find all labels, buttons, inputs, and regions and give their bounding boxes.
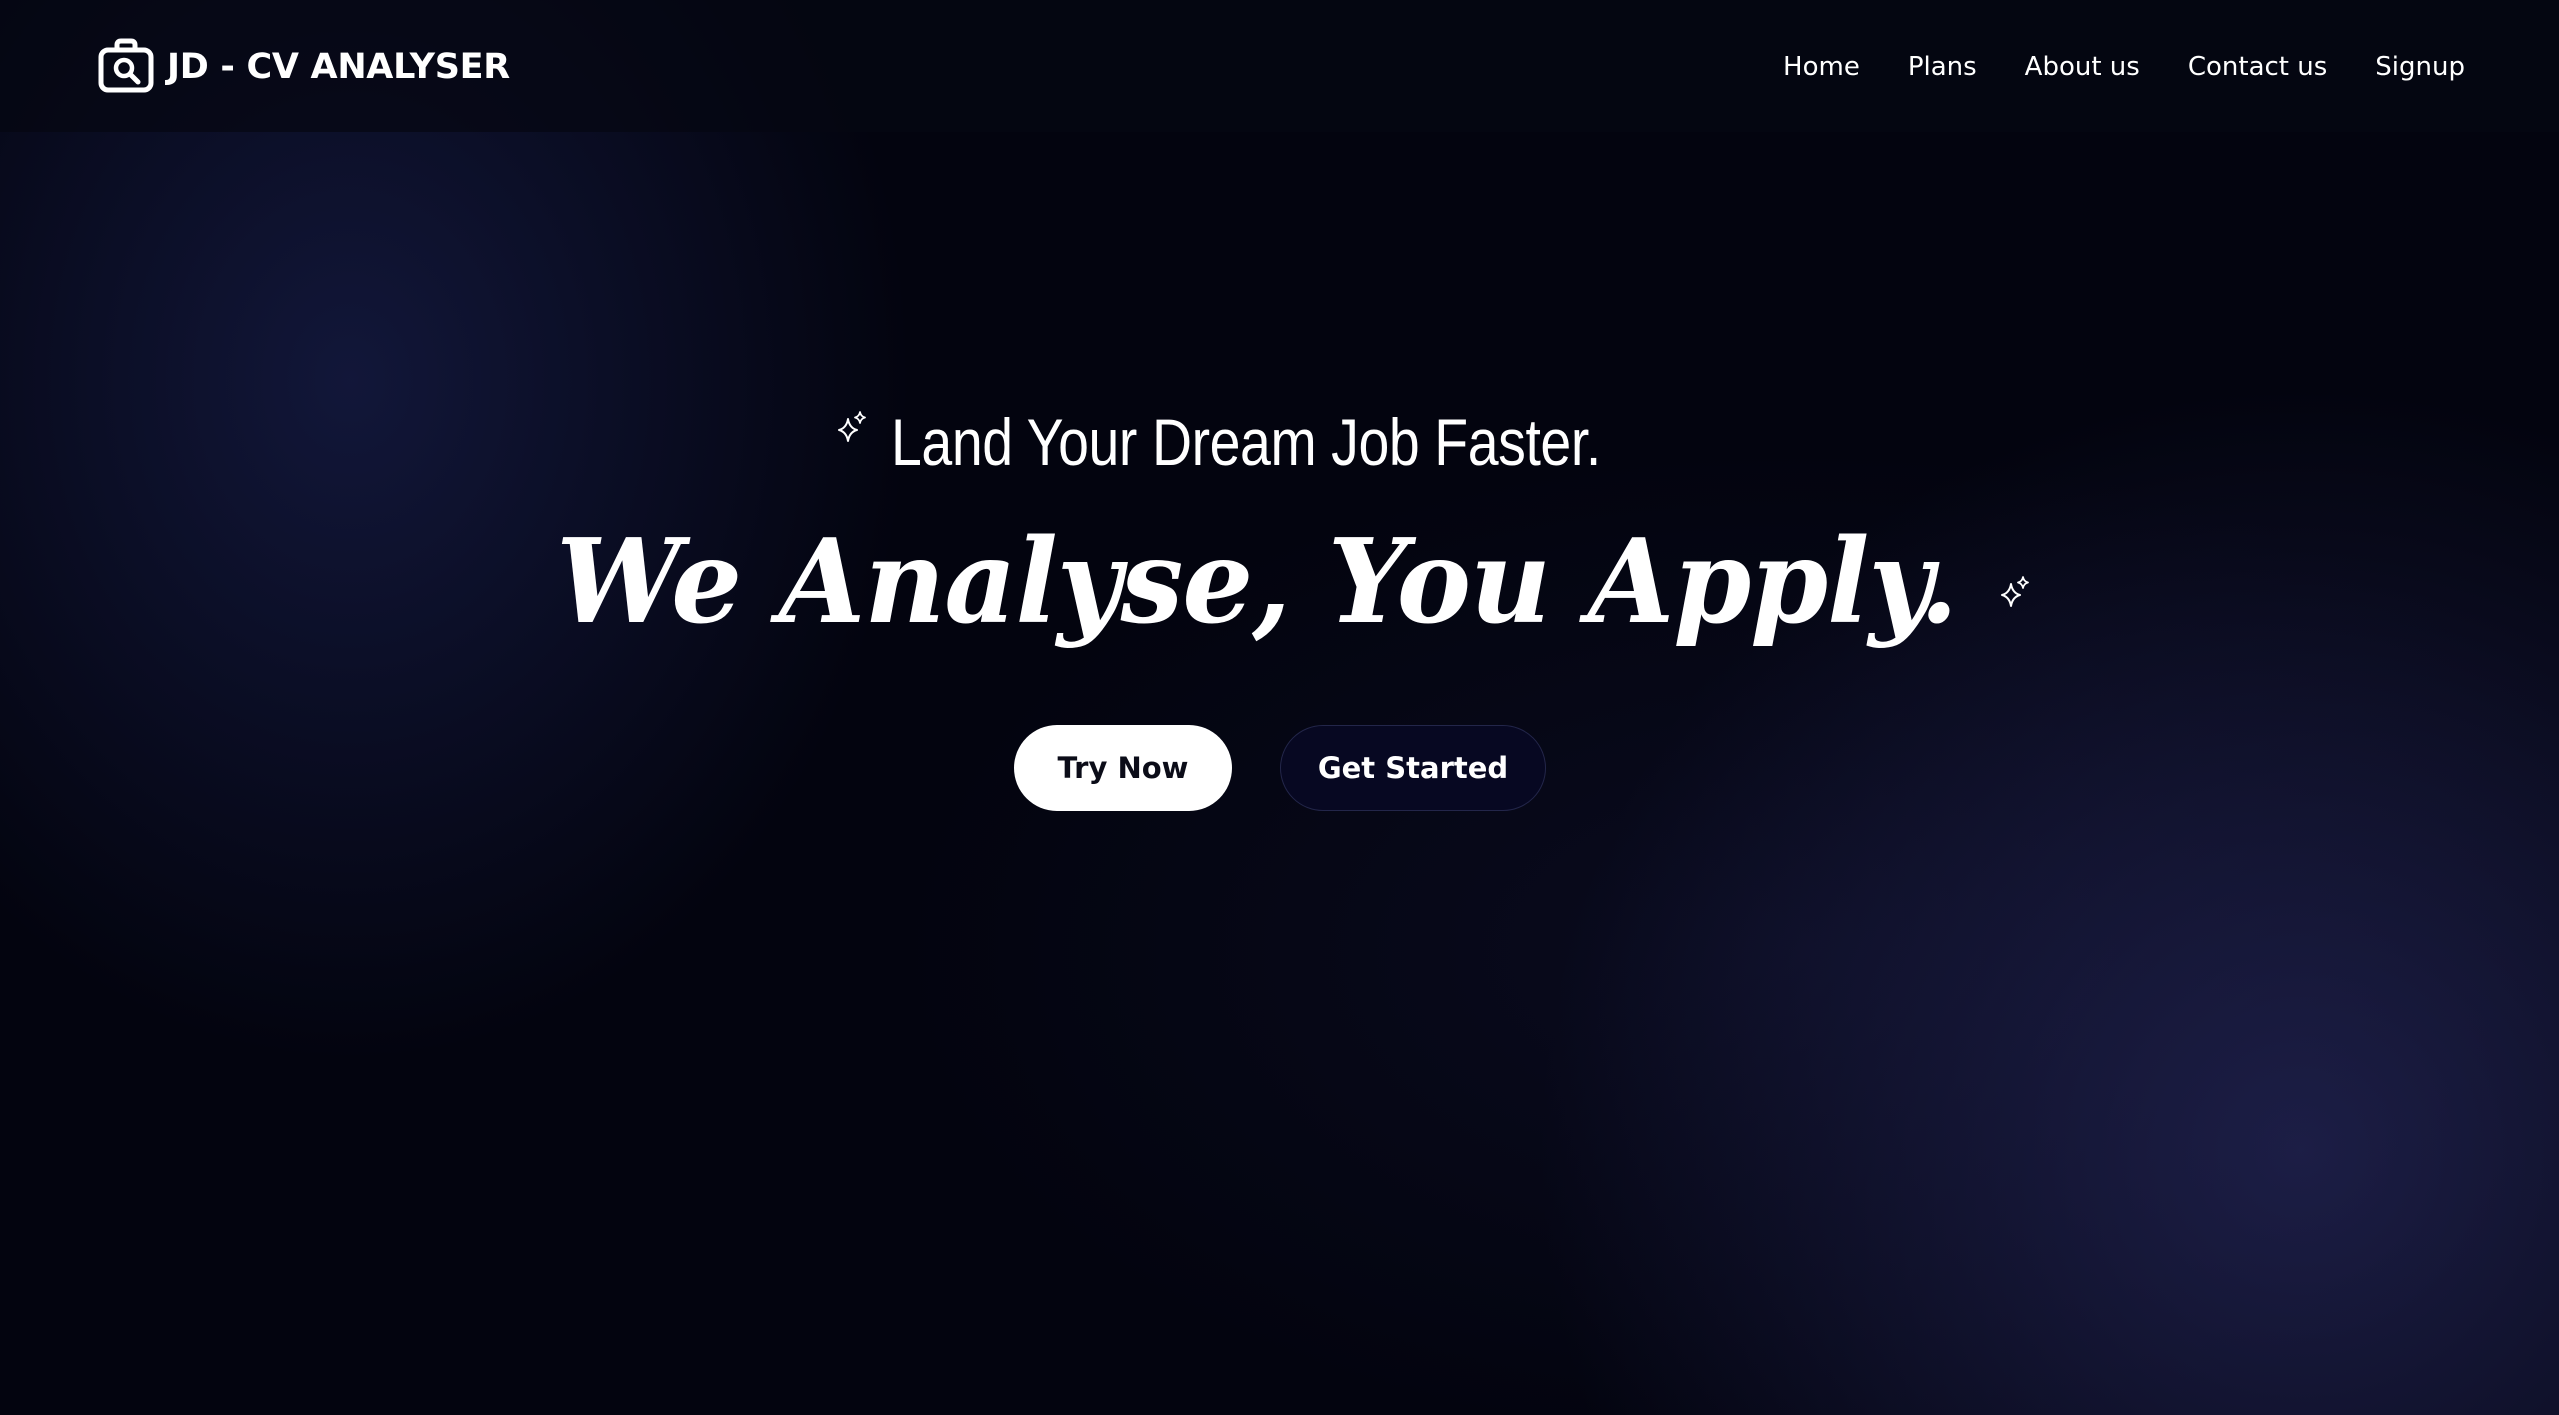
sparkle-icon — [835, 410, 869, 444]
hero-headline: We Analyse, You Apply. — [0, 514, 2559, 650]
hero-section: Land Your Dream Job Faster. We Analyse, … — [0, 132, 2559, 1132]
briefcase-search-icon — [97, 38, 155, 96]
nav-contact-link[interactable]: Contact us — [2188, 52, 2327, 82]
hero-tagline: Land Your Dream Job Faster. — [0, 402, 2559, 482]
site-header: JD - CV ANALYSER Home Plans About us Con… — [0, 0, 2559, 132]
brand-name: JD - CV ANALYSER — [167, 47, 510, 87]
tagline-text: Land Your Dream Job Faster. — [890, 405, 1601, 479]
hero-actions: Try Now Get Started — [1014, 725, 1546, 811]
sparkle-icon — [1998, 575, 2032, 609]
tagline-row: Land Your Dream Job Faster. — [835, 402, 1656, 482]
nav-about-link[interactable]: About us — [2025, 52, 2140, 82]
nav-signup-link[interactable]: Signup — [2375, 52, 2465, 82]
headline-text: We Analyse, You Apply. — [555, 514, 1958, 650]
nav-home-link[interactable]: Home — [1783, 52, 1860, 82]
headline-row: We Analyse, You Apply. — [527, 514, 2032, 650]
nav-plans-link[interactable]: Plans — [1908, 52, 1977, 82]
brand-logo-link[interactable]: JD - CV ANALYSER — [97, 38, 510, 96]
get-started-button[interactable]: Get Started — [1280, 725, 1546, 811]
main-nav: Home Plans About us Contact us Signup — [1783, 46, 2465, 88]
try-now-button[interactable]: Try Now — [1014, 725, 1232, 811]
